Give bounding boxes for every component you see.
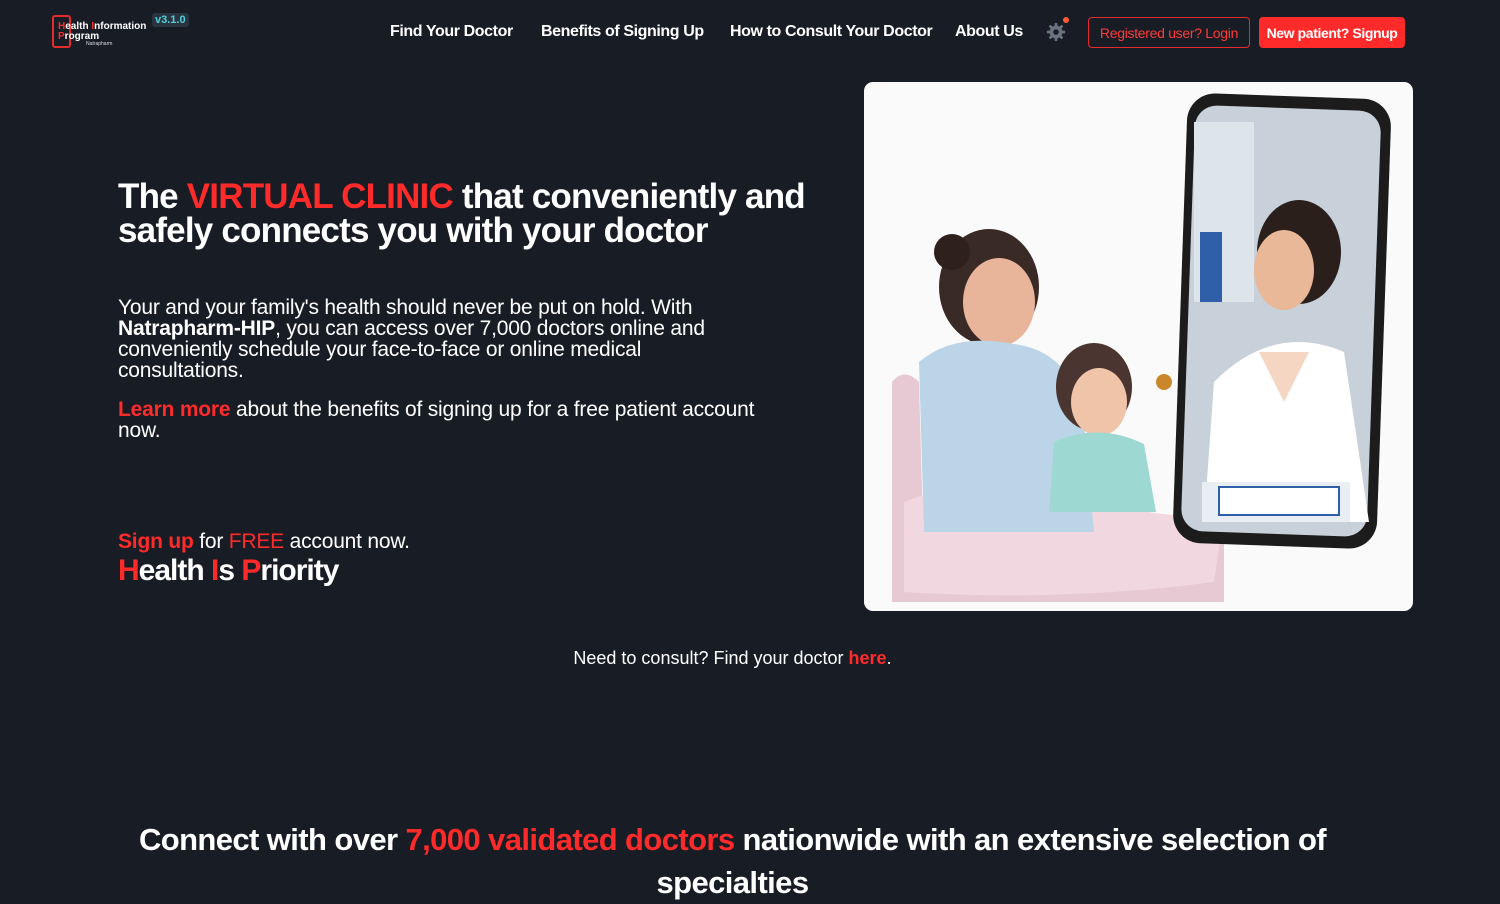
find-doctor-here-link[interactable]: here [849,648,887,668]
hero-intro: Your and your family's health should nev… [118,296,705,382]
gear-icon[interactable] [1045,21,1067,43]
brand-name: Natrapharm-HIP [118,317,276,340]
nav-how-to-consult[interactable]: How to Consult Your Doctor [730,23,933,41]
learn-more-link[interactable]: Learn more [118,398,231,421]
connect-heading: Connect with over 7,000 validated doctor… [138,822,1327,900]
signup-link[interactable]: Sign up [118,530,194,553]
logo-company: Natrapharm [86,41,113,47]
nav-find-your-doctor[interactable]: Find Your Doctor [390,23,513,41]
login-button[interactable]: Registered user? Login [1088,17,1250,48]
signup-button[interactable]: New patient? Signup [1259,17,1405,48]
hero-learn-more: Learn more about the benefits of signing… [118,398,755,442]
version-badge: v3.1.0 [152,13,189,27]
logo[interactable]: Health Information Program Natrapharm v3… [52,13,192,51]
nav-benefits[interactable]: Benefits of Signing Up [541,23,704,41]
nav-about-us[interactable]: About Us [955,23,1023,41]
consult-line: Need to consult? Find your doctor here. [573,648,892,668]
hero-signup-line: Sign up for FREE account now. [118,530,410,553]
hero-title: The VIRTUAL CLINIC that conveniently and… [118,177,806,250]
notification-dot [1063,17,1069,23]
hero-image [864,82,1413,611]
telemedicine-illustration [892,93,1391,602]
motto: Health Is Priority [118,554,339,587]
